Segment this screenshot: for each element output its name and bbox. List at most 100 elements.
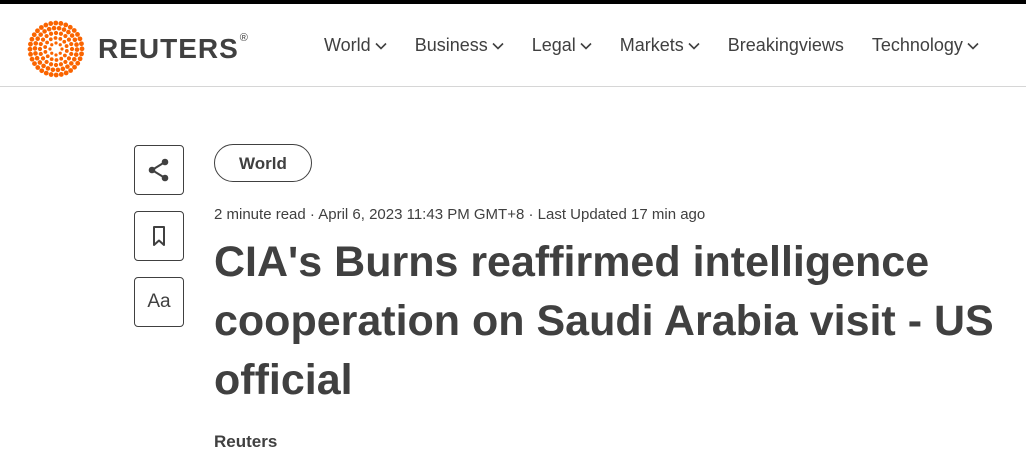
logo-dot	[38, 32, 43, 37]
logo-dot	[72, 37, 78, 43]
logo-dot	[48, 72, 54, 77]
logo-dot	[75, 31, 80, 37]
logo-dot	[60, 47, 64, 51]
logo-dot	[69, 46, 75, 52]
logo-dot	[69, 41, 74, 47]
logo-dot	[69, 33, 75, 38]
logo-dot	[38, 51, 43, 57]
logo-dot	[33, 41, 39, 46]
site-header: REUTERS® World Business Legal Markets Br…	[0, 4, 1026, 87]
logo-dot	[46, 26, 52, 32]
logo-dot	[66, 29, 71, 35]
logo-dot	[31, 32, 37, 38]
logo-dot	[79, 51, 84, 57]
nav-item-technology[interactable]: Technology	[872, 35, 979, 56]
logo-dot	[38, 41, 43, 47]
nav-item-label: World	[324, 35, 371, 55]
logo-dot	[42, 29, 47, 34]
logo-dot	[35, 28, 40, 34]
nav-item-label: Markets	[619, 35, 684, 55]
logo-dot	[51, 25, 57, 31]
logo-dot	[43, 70, 49, 76]
logo-dot	[50, 43, 54, 47]
logo-dot	[54, 58, 59, 62]
share-button[interactable]	[134, 145, 184, 195]
logo-dot	[48, 37, 53, 42]
logo-dot	[72, 64, 77, 70]
text-size-button[interactable]: Aa	[134, 277, 184, 327]
logo-dot	[64, 49, 69, 53]
chevron-down-icon	[688, 42, 700, 50]
logo-dot	[75, 60, 81, 66]
logo-dot	[28, 51, 33, 57]
bookmark-button[interactable]	[134, 211, 184, 261]
logo-dot	[32, 46, 38, 51]
logo-dot	[40, 56, 46, 61]
logo-dot	[53, 30, 59, 36]
logo-dot	[32, 61, 37, 67]
logo-dot	[74, 47, 80, 52]
nav-item-legal[interactable]: Legal	[532, 35, 592, 56]
logo-dot	[58, 51, 62, 55]
logo-dot	[35, 65, 41, 70]
nav-item-markets[interactable]: Markets	[620, 35, 700, 56]
logo-dot	[68, 68, 74, 73]
article-byline[interactable]: Reuters	[214, 432, 1026, 452]
logo-dot	[37, 46, 43, 52]
nav-item-label: Business	[414, 35, 488, 55]
logo-dot	[63, 22, 69, 28]
nav-item-world[interactable]: World	[324, 35, 387, 56]
logo-dot	[43, 50, 48, 54]
logo-dot	[40, 37, 46, 42]
logo-dot	[74, 42, 79, 47]
nav-item-breakingviews[interactable]: Breakingviews	[728, 35, 844, 56]
nav-item-label: Technology	[871, 35, 963, 55]
logo-dot	[59, 56, 64, 61]
logo-dot	[66, 56, 72, 61]
logo-dot	[67, 24, 73, 30]
bookmark-icon	[153, 226, 165, 246]
logo-dot	[63, 33, 68, 39]
logo-dot	[34, 55, 40, 61]
nav-item-business[interactable]: Business	[415, 35, 504, 56]
logo-dot	[69, 61, 74, 66]
article-meta: 2 minute read · April 6, 2023 11:43 PM G…	[214, 206, 706, 223]
logo-dot	[49, 57, 54, 62]
article-tools-sidebar: Aa	[134, 145, 186, 343]
brand-wordmark: REUTERS®	[98, 32, 249, 64]
article-headline: CIA's Burns reaffirmed intelligence coop…	[214, 238, 994, 404]
logo-dot	[58, 43, 62, 47]
logo-dot	[28, 41, 33, 47]
logo-dot	[33, 51, 38, 56]
logo-dot	[73, 52, 79, 57]
logo-dot	[50, 67, 56, 73]
nav-item-label: Breakingviews	[727, 35, 844, 55]
logo-dot	[58, 36, 63, 41]
logo-dot	[37, 60, 43, 65]
logo-dot	[44, 59, 49, 65]
reuters-logo[interactable]: REUTERS®	[25, 18, 249, 80]
logo-dot	[77, 36, 83, 42]
logo-dot	[45, 66, 51, 71]
logo-dot	[48, 21, 54, 26]
section-tag-world[interactable]: World	[214, 144, 312, 182]
logo-dot	[44, 33, 49, 39]
logo-dot	[64, 44, 69, 48]
chevron-down-icon	[492, 42, 504, 50]
logo-dot	[43, 22, 49, 28]
main-nav: World Business Legal Markets Breakingvie…	[324, 35, 979, 56]
logo-dot	[71, 28, 77, 33]
logo-dot	[39, 68, 45, 74]
logo-dot	[48, 31, 54, 36]
logo-dot	[45, 40, 49, 45]
logo-dot	[35, 36, 40, 42]
logo-dot	[54, 41, 58, 45]
logo-dot	[48, 62, 54, 67]
logo-dot	[66, 37, 72, 42]
logo-dot	[56, 25, 62, 31]
chevron-down-icon	[580, 42, 592, 50]
logo-dot	[63, 70, 69, 76]
logo-dot	[61, 27, 67, 32]
logo-dot	[48, 47, 52, 51]
logo-dot	[60, 66, 66, 72]
